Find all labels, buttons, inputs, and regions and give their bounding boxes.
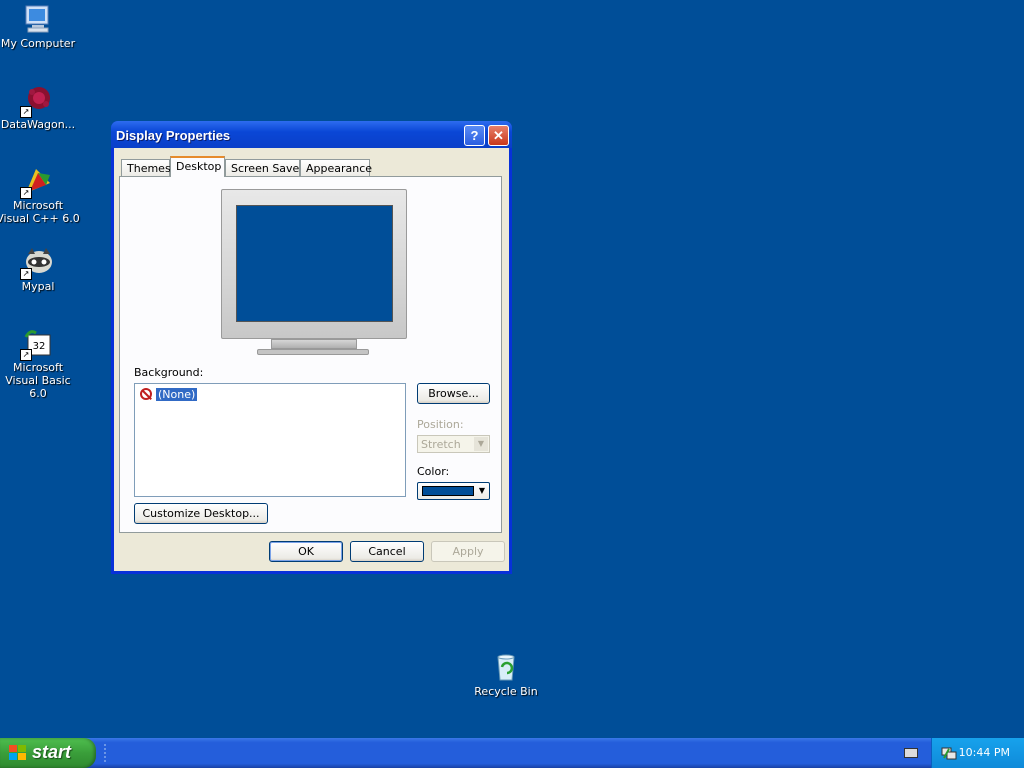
monitor-base	[257, 349, 369, 355]
system-tray: 10:44 PM	[931, 738, 1024, 768]
network-icon[interactable]	[941, 745, 957, 761]
tab-screen-saver[interactable]: Screen Saver	[225, 159, 304, 176]
dialog-client-area: Themes Desktop Screen Saver Appearance B…	[114, 148, 509, 571]
help-button[interactable]: ?	[464, 125, 485, 146]
tab-appearance[interactable]: Appearance	[300, 159, 372, 176]
desktop-icon-label: Microsoft Visual Basic 6.0	[5, 361, 71, 400]
display-properties-dialog: Display Properties ? ✕ Themes Desktop Sc…	[111, 121, 512, 574]
start-button[interactable]: start	[0, 738, 96, 768]
svg-text:32: 32	[33, 341, 46, 352]
help-icon: ?	[470, 128, 479, 143]
datawagon-icon: ↗	[20, 84, 54, 118]
close-button[interactable]: ✕	[488, 125, 509, 146]
my-computer-icon	[22, 3, 54, 35]
position-value: Stretch	[421, 438, 461, 451]
desktop-tab-panel: Background: (None) Browse... Position: S…	[119, 176, 502, 533]
taskbar-grip[interactable]	[104, 744, 110, 762]
start-label: start	[32, 742, 72, 762]
none-icon	[140, 388, 152, 400]
preview-screen	[236, 205, 393, 322]
background-listbox[interactable]: (None)	[134, 383, 406, 497]
list-item[interactable]: (None)	[140, 386, 199, 402]
shortcut-arrow-icon: ↗	[20, 349, 32, 361]
desktop-icon-label: Recycle Bin	[474, 685, 538, 698]
desktop-icon-mypal[interactable]: ↗ Mypal	[0, 246, 80, 293]
shortcut-arrow-icon: ↗	[20, 106, 32, 118]
ok-button[interactable]: OK	[269, 541, 343, 562]
desktop-icon-label: DataWagon...	[0, 118, 76, 131]
windows-logo-icon	[9, 745, 27, 761]
chevron-down-icon: ▼	[478, 486, 486, 495]
list-item-label: (None)	[154, 386, 199, 402]
desktop-icon-datawagon[interactable]: ↗ DataWagon...	[0, 84, 80, 131]
color-picker[interactable]: ▼	[417, 482, 490, 500]
visual-cpp-icon: ↗	[20, 165, 54, 199]
chevron-down-icon: ▼	[474, 437, 488, 451]
desktop-icon-visual-cpp[interactable]: ↗ Microsoft Visual C++ 6.0	[0, 165, 80, 225]
position-label: Position:	[417, 418, 464, 431]
customize-desktop-button[interactable]: Customize Desktop...	[134, 503, 268, 524]
background-label: Background:	[134, 366, 204, 379]
apply-button[interactable]: Apply	[431, 541, 505, 562]
desktop-preview	[221, 189, 407, 361]
close-icon: ✕	[493, 128, 504, 143]
color-label: Color:	[417, 465, 450, 478]
color-swatch	[422, 486, 474, 496]
clock[interactable]: 10:44 PM	[959, 746, 1010, 759]
dialog-titlebar[interactable]: Display Properties ? ✕	[111, 121, 512, 148]
cancel-button[interactable]: Cancel	[350, 541, 424, 562]
monitor-stand	[271, 339, 357, 349]
desktop-icon-label: My Computer	[0, 37, 76, 50]
desktop-icon-visual-basic[interactable]: 32 ↗ Microsoft Visual Basic 6.0	[0, 327, 80, 400]
desktop-icon-label: Microsoft Visual C++ 6.0	[0, 199, 80, 225]
desktop-icon-recycle-bin[interactable]: Recycle Bin	[464, 651, 548, 698]
visual-basic-icon: 32 ↗	[20, 327, 54, 361]
monitor-icon	[221, 189, 407, 339]
keyboard-icon[interactable]	[904, 748, 918, 758]
shortcut-arrow-icon: ↗	[20, 268, 32, 280]
desktop-icon-label: Mypal	[21, 280, 55, 293]
mypal-icon: ↗	[20, 246, 54, 280]
tab-desktop[interactable]: Desktop	[170, 156, 225, 177]
browse-button[interactable]: Browse...	[417, 383, 490, 404]
recycle-bin-icon	[490, 651, 522, 683]
taskbar: start 10:44 PM	[0, 738, 1024, 768]
dialog-title: Display Properties	[116, 128, 231, 143]
shortcut-arrow-icon: ↗	[20, 187, 32, 199]
position-select[interactable]: Stretch ▼	[417, 435, 490, 453]
tab-themes[interactable]: Themes	[121, 159, 171, 176]
desktop-icon-my-computer[interactable]: My Computer	[0, 3, 80, 50]
